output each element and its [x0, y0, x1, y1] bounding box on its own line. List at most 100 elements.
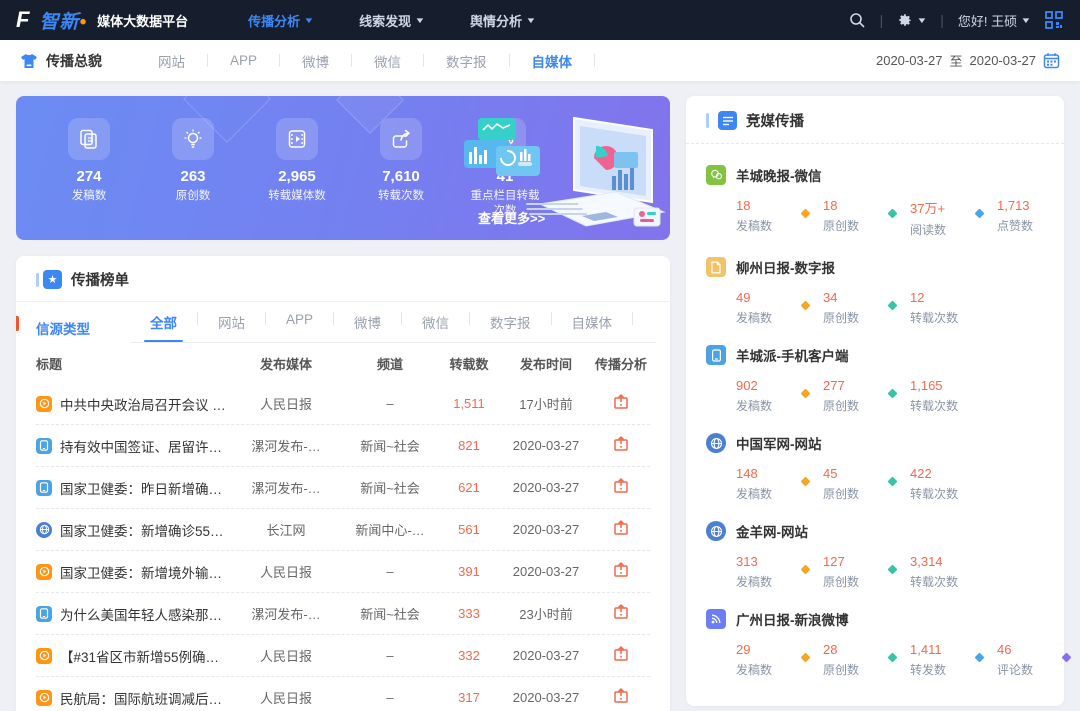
tab-overview[interactable]: 传播总貌 — [20, 51, 102, 71]
article-title[interactable]: 持有效中国签证、居留许可的外… — [60, 436, 230, 456]
article-title[interactable]: 国家卫健委：新增确诊55例，其… — [60, 520, 230, 540]
website-icon — [706, 433, 726, 453]
spread-analysis-button[interactable] — [612, 603, 630, 621]
stat-repost-count: 7,610 转载次数 — [362, 118, 440, 219]
repost-count: 317 — [438, 690, 500, 705]
channel: – — [342, 690, 438, 705]
competitor-stat: 422 转载次数 — [910, 466, 962, 502]
spread-analysis-button[interactable] — [612, 435, 630, 453]
competitor-stat: 49 发稿数 — [736, 290, 788, 326]
article-title[interactable]: 国家卫健委：新增境外输入54例 … — [60, 562, 230, 582]
settings-menu[interactable]: ▼ — [897, 12, 926, 28]
menu-sentiment-analysis[interactable]: 舆情分析▼ — [470, 11, 535, 30]
bulb-icon — [172, 118, 214, 160]
rank-tab-website[interactable]: 网站 — [198, 312, 265, 342]
competitor-name-row[interactable]: 羊城晚报-微信 — [706, 165, 1044, 185]
competitor-stat: 46 评论数 — [997, 642, 1049, 678]
competitor-name-row[interactable]: 广州日报-新浪微博 — [706, 609, 1044, 629]
qr-code-icon[interactable] — [1044, 10, 1064, 30]
competitor-name: 中国军网-网站 — [736, 433, 822, 453]
divider: | — [880, 12, 884, 28]
channel: – — [342, 564, 438, 579]
rank-tab-wechat[interactable]: 微信 — [402, 312, 469, 342]
search-icon[interactable] — [848, 11, 866, 29]
rank-tab-digital-paper[interactable]: 数字报 — [470, 312, 551, 342]
main-menu: 传播分析▼ 线索发现▼ 舆情分析▼ — [248, 11, 535, 30]
competitor-stat: 34 原创数 — [823, 290, 875, 326]
article-title[interactable]: 为什么美国年轻人感染那么多？… — [60, 604, 230, 624]
tab-website[interactable]: 网站 — [136, 51, 207, 71]
source-type-label[interactable]: 信源类型 — [36, 318, 90, 338]
article-title[interactable]: 民航局：国际航班调减后，每天… — [60, 688, 230, 708]
menu-clue-discovery[interactable]: 线索发现▼ — [359, 11, 424, 30]
date-from: 2020-03-27 — [876, 53, 943, 68]
competitor-stat: 902 发稿数 — [736, 378, 788, 414]
publish-time: 2020-03-27 — [500, 438, 592, 453]
rank-tab-self-media[interactable]: 自媒体 — [552, 312, 633, 342]
tab-weibo[interactable]: 微博 — [280, 51, 351, 71]
spread-analysis-button[interactable] — [612, 561, 630, 579]
col-title: 标题 — [36, 354, 230, 373]
chevron-down-icon: ▼ — [415, 16, 426, 25]
stat-label: 转载媒体数 — [268, 189, 326, 204]
spread-analysis-button[interactable] — [612, 393, 630, 411]
user-menu[interactable]: 您好! 王硕▼ — [958, 11, 1030, 30]
decorative-flag — [16, 316, 19, 331]
competitor-name: 金羊网-网站 — [736, 521, 808, 541]
diamond-separator — [801, 477, 811, 487]
divider — [632, 312, 633, 325]
table-row[interactable]: 【#31省区市新增55例确诊病例 人民日报 – 332 2020-03-27 — [36, 635, 650, 677]
col-analysis: 传播分析 — [592, 354, 650, 373]
publish-media: 漯河发布-… — [230, 436, 342, 455]
app-icon — [706, 345, 726, 365]
publish-media: 人民日报 — [230, 688, 342, 707]
rank-tab-weibo[interactable]: 微博 — [334, 312, 401, 342]
article-title[interactable]: 国家卫健委：昨日新增确诊55例… — [60, 478, 230, 498]
competitor-name-row[interactable]: 金羊网-网站 — [706, 521, 1044, 541]
rank-tab-all[interactable]: 全部 — [130, 312, 197, 342]
spread-analysis-button[interactable] — [612, 477, 630, 495]
app-icon — [36, 606, 52, 622]
spread-analysis-button[interactable] — [612, 519, 630, 537]
col-channel: 频道 — [342, 354, 438, 373]
competitor-stat: 127 原创数 — [823, 554, 875, 590]
table-row[interactable]: 民航局：国际航班调减后，每天… 人民日报 – 317 2020-03-27 — [36, 677, 650, 711]
stat-value: 274 — [76, 168, 101, 185]
publish-media: 人民日报 — [230, 394, 342, 413]
rank-tab-app[interactable]: APP — [266, 312, 333, 337]
publish-time: 2020-03-27 — [500, 648, 592, 663]
competitor-name-row[interactable]: 柳州日报-数字报 — [706, 257, 1044, 277]
table-row[interactable]: 持有效中国签证、居留许可的外… 漯河发布-… 新闻~社会 821 2020-03… — [36, 425, 650, 467]
tab-self-media[interactable]: 自媒体 — [510, 51, 595, 71]
tab-app[interactable]: APP — [208, 53, 279, 68]
article-title[interactable]: 中共中央政治局召开会议 研究部署 — [60, 394, 230, 414]
table-row[interactable]: 国家卫健委：新增境外输入54例 … 人民日报 – 391 2020-03-27 — [36, 551, 650, 593]
gear-icon — [897, 12, 913, 28]
table-row[interactable]: 为什么美国年轻人感染那么多？… 漯河发布-… 新闻~社会 333 23小时前 — [36, 593, 650, 635]
table-row[interactable]: 国家卫健委：昨日新增确诊55例… 漯河发布-… 新闻~社会 621 2020-0… — [36, 467, 650, 509]
competitor-stat: 1,713 点赞数 — [997, 198, 1049, 234]
competitor-stat: 1,165 转载次数 — [910, 378, 962, 414]
article-title[interactable]: 【#31省区市新增55例确诊病例 — [60, 646, 230, 666]
spread-analysis-button[interactable] — [612, 687, 630, 705]
share-arrow-icon — [380, 118, 422, 160]
spread-analysis-button[interactable] — [612, 645, 630, 663]
decorative-bar — [706, 113, 709, 128]
competitor-stat: 18 发稿数 — [736, 198, 788, 234]
repost-count: 561 — [438, 522, 500, 537]
table-row[interactable]: 中共中央政治局召开会议 研究部署 人民日报 – 1,511 17小时前 — [36, 383, 650, 425]
channel: 新闻~社会 — [342, 478, 438, 497]
competitor-name-row[interactable]: 羊城派-手机客户端 — [706, 345, 1044, 365]
menu-spread-analysis[interactable]: 传播分析▼ — [248, 11, 313, 30]
brand-logo-text: 智新• — [39, 7, 87, 34]
tab-digital-paper[interactable]: 数字报 — [424, 51, 509, 71]
table-row[interactable]: 国家卫健委：新增确诊55例，其… 长江网 新闻中心-… 561 2020-03-… — [36, 509, 650, 551]
tab-wechat[interactable]: 微信 — [352, 51, 423, 71]
competitor-stat: 18 原创数 — [823, 198, 875, 234]
competitor-name-row[interactable]: 中国军网-网站 — [706, 433, 1044, 453]
competitor-stat: 29 发稿数 — [736, 642, 788, 678]
date-range-picker[interactable]: 2020-03-27 至 2020-03-27 — [876, 51, 1060, 70]
diamond-separator — [888, 653, 898, 663]
newspaper-icon — [718, 111, 737, 130]
repost-count: 391 — [438, 564, 500, 579]
